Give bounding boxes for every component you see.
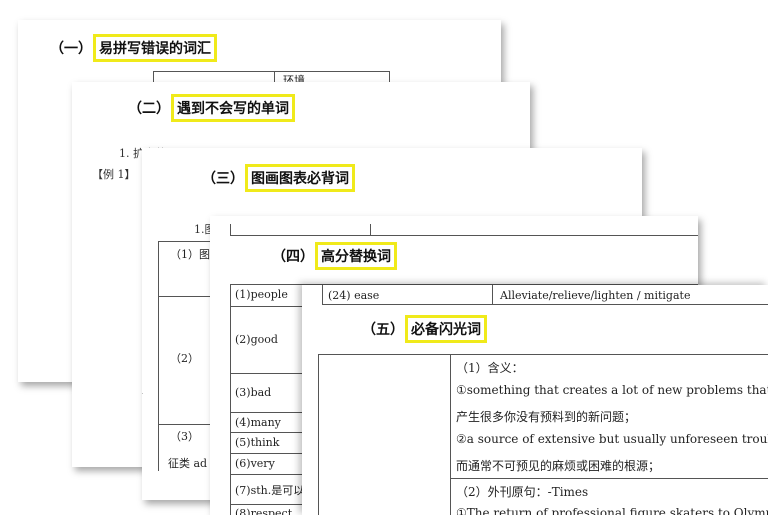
section-title: （一） 易拼写错误的词汇 <box>50 34 217 62</box>
table-border <box>230 235 698 236</box>
table-cell: (24) ease <box>328 289 380 302</box>
section-number: （二） <box>128 101 170 117</box>
section-title: （二） 遇到不会写的单词 <box>128 94 295 122</box>
table-border <box>158 296 218 297</box>
highlighted-heading: 图画图表必背词 <box>245 164 355 192</box>
table-row: (2)good <box>235 333 278 346</box>
table-border <box>230 504 302 505</box>
table-border <box>230 373 302 374</box>
section-title: （四） 高分替换词 <box>272 242 397 270</box>
text-line: 而通常不可预见的麻烦或困难的根源； <box>456 459 661 473</box>
table-border <box>450 478 768 479</box>
text-line: 产生很多你没有预料到的新问题； <box>456 410 637 424</box>
table-border <box>158 241 159 471</box>
table-row: (3)bad <box>235 386 272 399</box>
table-row: (8)respect <box>235 507 293 515</box>
table-border <box>230 432 302 433</box>
highlighted-heading: 遇到不会写的单词 <box>171 94 295 122</box>
table-border <box>158 241 218 242</box>
text-line: ①something that creates a lot of new pro… <box>456 383 768 397</box>
table-border <box>492 285 493 305</box>
text-line: ②a source of extensive but usually unfor… <box>456 432 768 446</box>
text-line: （1）含义： <box>456 361 524 375</box>
table-border <box>230 224 231 236</box>
table-cell: Alleviate/relieve/lighten / mitigate <box>500 289 691 302</box>
table-cell: （3） <box>170 430 199 443</box>
table-row: (7)sth.是可以 <box>235 484 305 497</box>
table-row: (4)many <box>235 416 281 429</box>
section-title: （三） 图画图表必背词 <box>202 164 355 192</box>
table-border <box>230 284 231 515</box>
table-cell: （1）图 <box>170 248 210 261</box>
table-border <box>370 224 371 236</box>
table-border <box>230 474 302 475</box>
table-border <box>318 354 319 515</box>
document-page-5: (24) ease Alleviate/relieve/lighten / mi… <box>302 285 768 515</box>
table-border <box>153 71 390 72</box>
highlighted-heading: 必备闪光词 <box>405 315 487 343</box>
section-number: （五） <box>362 322 404 338</box>
highlighted-heading: 高分替换词 <box>315 242 397 270</box>
table-border <box>450 354 451 515</box>
example-label: 【例 1】 <box>92 168 136 181</box>
table-border <box>230 306 302 307</box>
table-cell: 征类 ad <box>168 457 208 470</box>
section-number: （四） <box>272 249 314 265</box>
table-border <box>158 424 218 425</box>
side-text: （1 <box>142 382 144 398</box>
table-border <box>322 285 323 305</box>
section-number: （一） <box>50 41 92 57</box>
table-border <box>230 412 302 413</box>
table-border <box>230 453 302 454</box>
section-number: （三） <box>202 171 244 187</box>
table-border <box>318 354 768 355</box>
table-border <box>322 304 768 305</box>
table-row: (5)think <box>235 436 280 449</box>
section-title: （五） 必备闪光词 <box>362 315 487 343</box>
table-cell: （2） <box>170 352 199 365</box>
table-row: (6)very <box>235 457 275 470</box>
table-row: (1)people <box>235 288 288 301</box>
text-line: （2）外刊原句：-Times <box>456 485 589 499</box>
text-line: ①The return of professional figure skate… <box>456 506 768 515</box>
highlighted-heading: 易拼写错误的词汇 <box>93 34 217 62</box>
